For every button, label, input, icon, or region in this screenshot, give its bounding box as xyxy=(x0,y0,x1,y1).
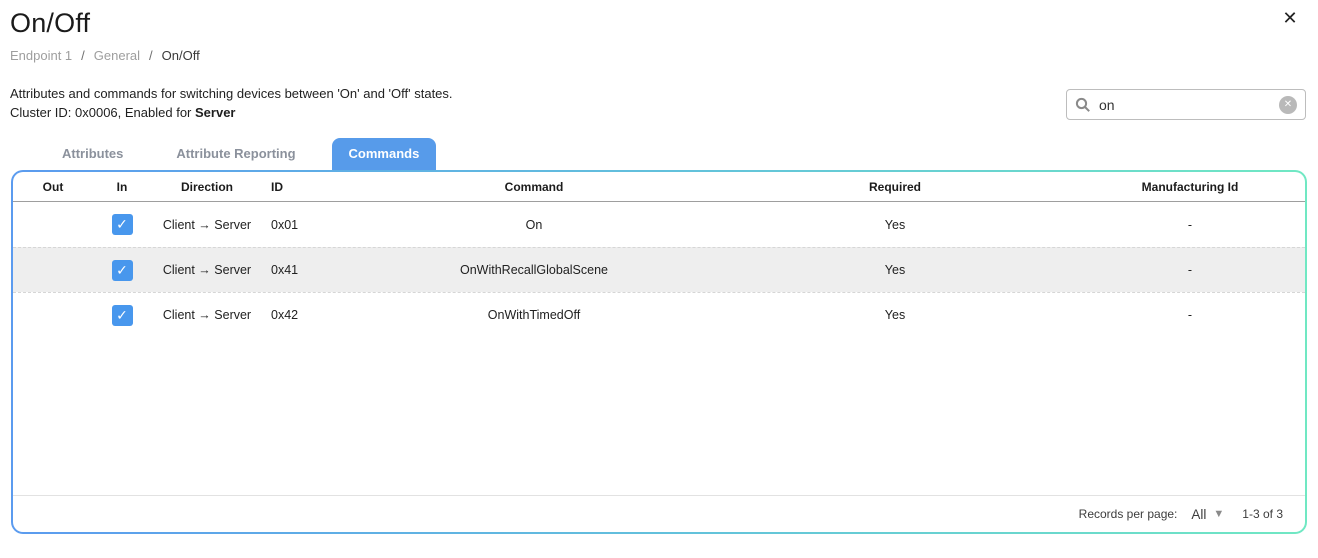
command-cell: OnWithTimedOff xyxy=(353,308,715,322)
col-header-direction: Direction xyxy=(151,180,263,194)
required-cell: Yes xyxy=(715,218,1075,232)
page-title: On/Off xyxy=(10,8,1308,39)
search-icon xyxy=(1075,97,1091,113)
breadcrumb-separator: / xyxy=(149,48,153,63)
breadcrumb: Endpoint 1 / General / On/Off xyxy=(10,48,1308,63)
direction-cell: Client → Server xyxy=(151,263,263,277)
clear-search-icon[interactable]: ✕ xyxy=(1279,96,1297,114)
table-row: ✓ Client → Server 0x42 OnWithTimedOff Ye… xyxy=(13,292,1305,337)
search-box[interactable]: ✕ xyxy=(1066,89,1306,120)
manufacturing-id-cell: - xyxy=(1075,308,1305,322)
required-cell: Yes xyxy=(715,308,1075,322)
close-icon[interactable]: ✕ xyxy=(1278,6,1302,30)
enabled-for-value: Server xyxy=(195,105,235,120)
search-input[interactable] xyxy=(1099,97,1279,113)
in-checkbox-checked[interactable]: ✓ xyxy=(112,260,133,281)
manufacturing-id-cell: - xyxy=(1075,263,1305,277)
table-row: ✓ Client → Server 0x01 On Yes - xyxy=(13,202,1305,247)
id-cell: 0x42 xyxy=(263,308,353,322)
commands-table: Out In Direction ID Command Required Man… xyxy=(13,172,1305,532)
id-cell: 0x41 xyxy=(263,263,353,277)
table-footer: Records per page: All ▼ 1-3 of 3 xyxy=(13,495,1305,532)
command-cell: On xyxy=(353,218,715,232)
required-cell: Yes xyxy=(715,263,1075,277)
breadcrumb-endpoint[interactable]: Endpoint 1 xyxy=(10,48,72,63)
col-header-required: Required xyxy=(715,180,1075,194)
command-cell: OnWithRecallGlobalScene xyxy=(353,263,715,277)
records-per-page-label: Records per page: xyxy=(1079,507,1178,521)
chevron-down-icon: ▼ xyxy=(1213,508,1224,520)
dialog-header: On/Off ✕ Endpoint 1 / General / On/Off xyxy=(0,0,1318,63)
in-cell: ✓ xyxy=(93,260,151,281)
in-checkbox-checked[interactable]: ✓ xyxy=(112,305,133,326)
col-header-out: Out xyxy=(13,180,93,194)
col-header-manufacturing-id: Manufacturing Id xyxy=(1075,180,1305,194)
breadcrumb-current: On/Off xyxy=(162,48,200,63)
table-empty-space xyxy=(13,337,1305,495)
direction-cell: Client → Server xyxy=(151,218,263,232)
tab-bar: Attributes Attribute Reporting Commands xyxy=(45,138,1318,170)
col-header-in: In xyxy=(93,180,151,194)
in-cell: ✓ xyxy=(93,305,151,326)
manufacturing-id-cell: - xyxy=(1075,218,1305,232)
tab-commands[interactable]: Commands xyxy=(332,138,437,170)
id-cell: 0x01 xyxy=(263,218,353,232)
table-header-row: Out In Direction ID Command Required Man… xyxy=(13,172,1305,202)
commands-table-frame: Out In Direction ID Command Required Man… xyxy=(11,170,1307,534)
col-header-id: ID xyxy=(263,180,353,194)
tab-attribute-reporting[interactable]: Attribute Reporting xyxy=(159,138,312,170)
breadcrumb-separator: / xyxy=(81,48,85,63)
col-header-command: Command xyxy=(353,180,715,194)
records-per-page-select[interactable]: All ▼ xyxy=(1191,507,1224,522)
pagination-range: 1-3 of 3 xyxy=(1242,507,1283,521)
direction-cell: Client → Server xyxy=(151,308,263,322)
in-cell: ✓ xyxy=(93,214,151,235)
tab-attributes[interactable]: Attributes xyxy=(45,138,140,170)
in-checkbox-checked[interactable]: ✓ xyxy=(112,214,133,235)
table-row: ✓ Client → Server 0x41 OnWithRecallGloba… xyxy=(13,247,1305,292)
records-per-page-value: All xyxy=(1191,507,1206,522)
breadcrumb-general[interactable]: General xyxy=(94,48,140,63)
